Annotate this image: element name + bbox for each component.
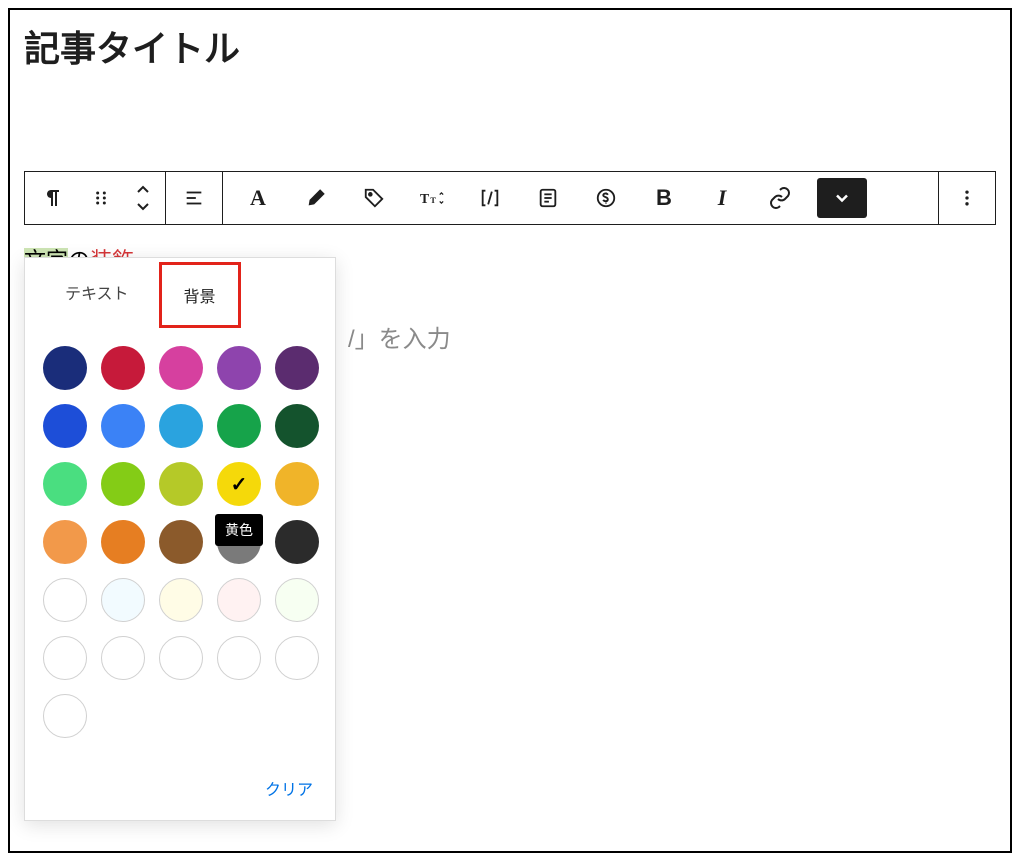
color-swatch[interactable] [43,462,87,506]
italic-button[interactable]: I [697,174,747,222]
color-swatch[interactable] [101,346,145,390]
toolbar-group-align [166,172,223,224]
color-tooltip: 黄色 [215,514,263,546]
color-swatch-grid: ✓ 黄色 [25,328,335,746]
color-swatch[interactable] [275,404,319,448]
svg-text:T: T [430,195,436,205]
color-swatch-selected[interactable]: ✓ [217,462,261,506]
color-swatch[interactable] [217,578,261,622]
color-swatch[interactable] [275,462,319,506]
color-swatch[interactable] [217,346,261,390]
bold-button[interactable]: B [639,174,689,222]
tab-text[interactable]: テキスト [43,262,151,328]
more-dropdown-button[interactable] [817,178,867,218]
align-icon[interactable] [170,174,218,222]
svg-text:T: T [420,191,429,206]
color-swatch-with-tooltip[interactable]: 黄色 [217,520,261,564]
block-placeholder: /」を入力 [348,319,451,354]
drag-handle-icon[interactable] [77,174,125,222]
color-swatch[interactable] [159,520,203,564]
color-swatch[interactable] [217,636,261,680]
move-updown-icon[interactable] [125,174,161,222]
color-swatch[interactable] [159,346,203,390]
note-box-icon[interactable] [523,174,573,222]
color-popover: テキスト 背景 ✓ [24,257,336,821]
color-tabs: テキスト 背景 [25,258,335,328]
toolbar-group-options [939,172,995,224]
clear-color-button[interactable]: クリア [25,746,335,808]
font-size-icon[interactable]: TT [407,174,457,222]
color-swatch[interactable] [275,578,319,622]
color-swatch[interactable] [101,462,145,506]
color-swatch[interactable] [43,520,87,564]
color-swatch[interactable] [275,346,319,390]
color-swatch[interactable] [101,578,145,622]
shortcode-icon[interactable] [465,174,515,222]
color-swatch[interactable] [43,346,87,390]
color-swatch[interactable] [159,578,203,622]
color-swatch[interactable] [101,636,145,680]
color-swatch[interactable] [217,404,261,448]
toolbar-group-block [25,172,166,224]
color-swatch[interactable] [101,404,145,448]
color-swatch[interactable] [43,694,87,738]
color-swatch[interactable] [101,520,145,564]
paragraph-icon[interactable] [29,174,77,222]
highlight-icon[interactable] [291,174,341,222]
color-swatch[interactable] [275,636,319,680]
color-swatch[interactable] [43,578,87,622]
toolbar-group-format: A TT B I [223,172,939,224]
block-toolbar: A TT B I [24,171,996,225]
text-color-icon[interactable]: A [233,174,283,222]
tab-background[interactable]: 背景 [159,262,241,328]
color-swatch[interactable] [159,636,203,680]
editor-content[interactable]: 文字の装飾 /」を入力 テキスト 背景 [10,225,1010,293]
currency-icon[interactable] [581,174,631,222]
page-title[interactable]: 記事タイトル [10,10,1010,76]
link-icon[interactable] [755,174,805,222]
options-menu-icon[interactable] [943,174,991,222]
editor-frame: 記事タイトル A T [8,8,1012,853]
tag-icon[interactable] [349,174,399,222]
check-icon: ✓ [231,472,248,497]
color-swatch[interactable] [159,404,203,448]
color-swatch[interactable] [159,462,203,506]
color-swatch[interactable] [275,520,319,564]
color-swatch[interactable] [43,404,87,448]
color-swatch[interactable] [43,636,87,680]
